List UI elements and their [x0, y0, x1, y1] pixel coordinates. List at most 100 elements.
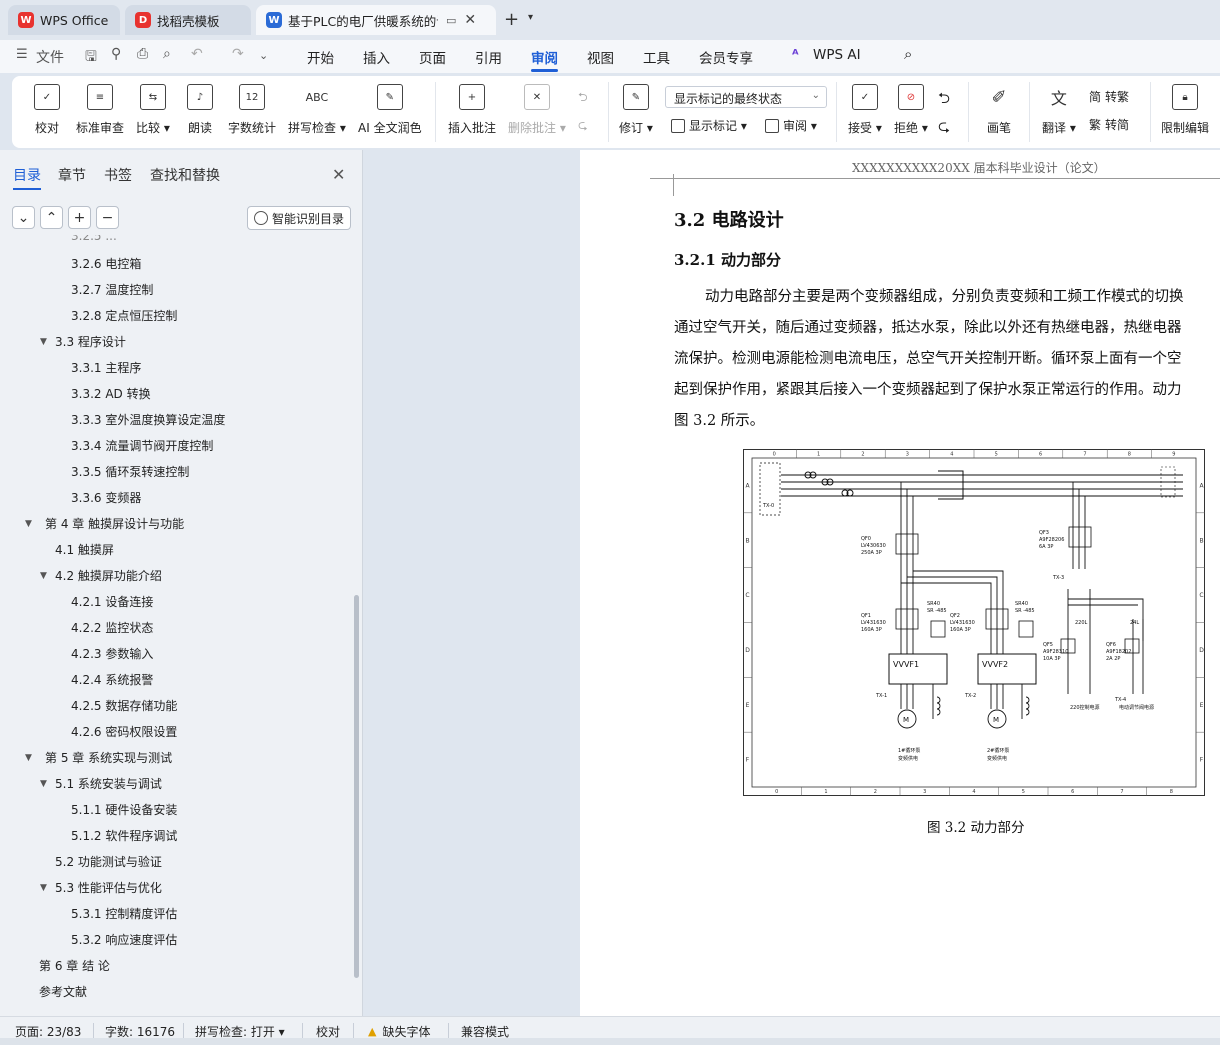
tab-toc[interactable]: 目录 [13, 165, 41, 185]
toc-item[interactable]: ▼ 5.1 系统安装与调试 [40, 775, 162, 792]
toc-item[interactable]: 4.2.5 数据存储功能 [71, 697, 177, 714]
toc-item-partial[interactable]: 3.2.5 ... [71, 235, 117, 243]
next-comment-icon[interactable]: ⮎ [578, 116, 588, 137]
smart-toc-button[interactable]: 智能识别目录 [247, 206, 351, 230]
toc-item[interactable]: 3.2.6 电控箱 [71, 255, 141, 272]
expand-arrow-icon[interactable]: ▼ [40, 883, 47, 893]
toc-item[interactable]: ▼ 第 5 章 系统实现与测试 [25, 749, 172, 766]
search-icon[interactable]: ⌕ [904, 45, 912, 63]
tab-view[interactable]: 视图 [587, 47, 614, 67]
delete-comment-button[interactable]: ✕ 删除批注 ▾ [508, 84, 566, 136]
toc-item[interactable]: 3.3.6 变频器 [71, 489, 141, 506]
tab-wps-ai[interactable]: WPS AI [813, 47, 861, 63]
expand-arrow-icon[interactable]: ▼ [25, 753, 32, 763]
tab-wps-office[interactable]: W WPS Office [8, 5, 120, 35]
close-icon[interactable]: ✕ [332, 165, 345, 184]
remove-heading-button[interactable]: − [96, 206, 119, 229]
file-menu[interactable]: 文件 [36, 47, 64, 67]
print-preview-icon[interactable]: ⌕ [163, 46, 171, 62]
expand-all-button[interactable]: ⌄ [12, 206, 35, 229]
tab-member[interactable]: 会员专享 [699, 47, 753, 67]
tab-review[interactable]: 审阅 [531, 47, 558, 67]
word-count-button[interactable]: 12 字数统计 [228, 84, 276, 136]
close-tab-icon[interactable]: ✕ [464, 12, 476, 28]
toc-item[interactable]: ▼ 第 4 章 触摸屏设计与功能 [25, 515, 184, 532]
tab-find-replace[interactable]: 查找和替换 [150, 165, 220, 185]
tab-chapters[interactable]: 章节 [58, 165, 86, 185]
expand-arrow-icon[interactable]: ▼ [40, 337, 47, 347]
expand-arrow-icon[interactable]: ▼ [25, 519, 32, 529]
toc-item[interactable]: 3.3.4 流量调节阀开度控制 [71, 437, 213, 454]
chevron-down-icon[interactable]: ▾ [528, 12, 533, 23]
collapse-all-button[interactable]: ⌃ [40, 206, 63, 229]
markup-display-select[interactable]: 显示标记的最终状态 ⌄ [665, 86, 827, 108]
toc-item[interactable]: 4.2.3 参数输入 [71, 645, 153, 662]
undo-icon[interactable]: ↶ [191, 46, 203, 62]
tab-insert[interactable]: 插入 [363, 47, 390, 67]
prev-comment-icon[interactable]: ⮌ [578, 88, 588, 109]
to-simplified-button[interactable]: 繁 转简 [1089, 116, 1129, 133]
pen-button[interactable]: ✐ 画笔 [986, 84, 1012, 136]
print-icon[interactable]: ⎙ [137, 46, 148, 62]
save-icon[interactable]: 🖫 [85, 46, 97, 70]
toc-item[interactable]: 3.3.1 主程序 [71, 359, 141, 376]
tab-page[interactable]: 页面 [419, 47, 446, 67]
toc-item[interactable]: 5.3.1 控制精度评估 [71, 905, 177, 922]
tab-docer-templates[interactable]: D 找稻壳模板 [125, 5, 251, 35]
tab-document[interactable]: W 基于PLC的电厂供暖系统的设计 ▭ ✕ [256, 5, 496, 35]
new-tab-icon[interactable]: + [504, 9, 519, 30]
show-markup-button[interactable]: 显示标记 ▾ [671, 117, 747, 134]
insert-comment-button[interactable]: + 插入批注 [448, 84, 496, 136]
standard-review-button[interactable]: ≡ 标准审查 [76, 84, 124, 136]
toc-item[interactable]: 参考文献 [39, 983, 87, 1000]
toc-item[interactable]: 第 6 章 结 论 [39, 957, 110, 974]
toc-item[interactable]: 5.1.2 软件程序调试 [71, 827, 177, 844]
toc-item[interactable]: 3.3.5 循环泵转速控制 [71, 463, 189, 480]
review-pane-icon [765, 118, 779, 133]
toc-item[interactable]: 4.2.4 系统报警 [71, 671, 153, 688]
share-icon[interactable]: ⚲ [111, 46, 121, 62]
prev-change-icon[interactable]: ⮌ [938, 88, 950, 113]
toc-item[interactable]: 3.3.3 室外温度换算设定温度 [71, 411, 225, 428]
accept-button[interactable]: ✓ 接受 ▾ [848, 84, 882, 136]
next-change-icon[interactable]: ⮎ [938, 116, 950, 141]
expand-arrow-icon[interactable]: ▼ [40, 571, 47, 581]
toc-item[interactable]: 5.3.2 响应速度评估 [71, 931, 177, 948]
monitor-icon[interactable]: ▭ [446, 14, 456, 27]
redo-icon[interactable]: ↷ [232, 46, 244, 62]
tab-references[interactable]: 引用 [475, 47, 502, 67]
toc-item[interactable]: 3.3.2 AD 转换 [71, 385, 151, 402]
toc-item[interactable]: ▼ 3.3 程序设计 [40, 333, 126, 350]
toc-item[interactable]: 5.1.1 硬件设备安装 [71, 801, 177, 818]
ai-polish-button[interactable]: ✎ AI 全文润色 [358, 84, 422, 136]
to-traditional-button[interactable]: 简 转繁 [1089, 88, 1129, 105]
circuit-diagram[interactable]: 0123456789 012345678 AABBCCDDEEFF [743, 449, 1206, 796]
proofread-button[interactable]: ✓ 校对 [34, 84, 60, 136]
toc-item[interactable]: 3.2.7 温度控制 [71, 281, 153, 298]
toc-item[interactable]: 4.2.2 监控状态 [71, 619, 153, 636]
toc-item[interactable]: 5.2 功能测试与验证 [55, 853, 162, 870]
scrollbar[interactable] [354, 595, 359, 978]
review-pane-button[interactable]: 审阅 ▾ [765, 117, 817, 134]
tab-bookmarks[interactable]: 书签 [104, 165, 132, 185]
tab-start[interactable]: 开始 [307, 47, 334, 67]
spell-check-button[interactable]: ABC 拼写检查 ▾ [288, 84, 346, 136]
quick-access-more-icon[interactable]: ⌄ [259, 49, 268, 62]
toc-item[interactable]: 4.1 触摸屏 [55, 541, 114, 558]
translate-button[interactable]: 文 翻译 ▾ [1042, 84, 1076, 136]
expand-arrow-icon[interactable]: ▼ [40, 779, 47, 789]
tab-tools[interactable]: 工具 [643, 47, 670, 67]
toc-item[interactable]: 4.2.1 设备连接 [71, 593, 153, 610]
document-page[interactable]: XXXXXXXXXX20XX 届本科毕业设计（论文） 3.2 电路设计 3.2.… [580, 150, 1220, 1016]
read-aloud-button[interactable]: ♪ 朗读 [187, 84, 213, 136]
toc-item[interactable]: 3.2.8 定点恒压控制 [71, 307, 177, 324]
toc-item[interactable]: ▼ 5.3 性能评估与优化 [40, 879, 162, 896]
toc-item[interactable]: ▼ 4.2 触摸屏功能介绍 [40, 567, 162, 584]
toc-item[interactable]: 4.2.6 密码权限设置 [71, 723, 177, 740]
add-heading-button[interactable]: + [68, 206, 91, 229]
hamburger-icon[interactable]: ☰ [16, 47, 28, 62]
revise-button[interactable]: ✎ 修订 ▾ [619, 84, 653, 136]
reject-button[interactable]: ⊘ 拒绝 ▾ [894, 84, 928, 136]
restrict-edit-button[interactable]: 🔒︎ 限制编辑 [1161, 84, 1209, 136]
compare-button[interactable]: ⇆ 比较 ▾ [136, 84, 170, 136]
